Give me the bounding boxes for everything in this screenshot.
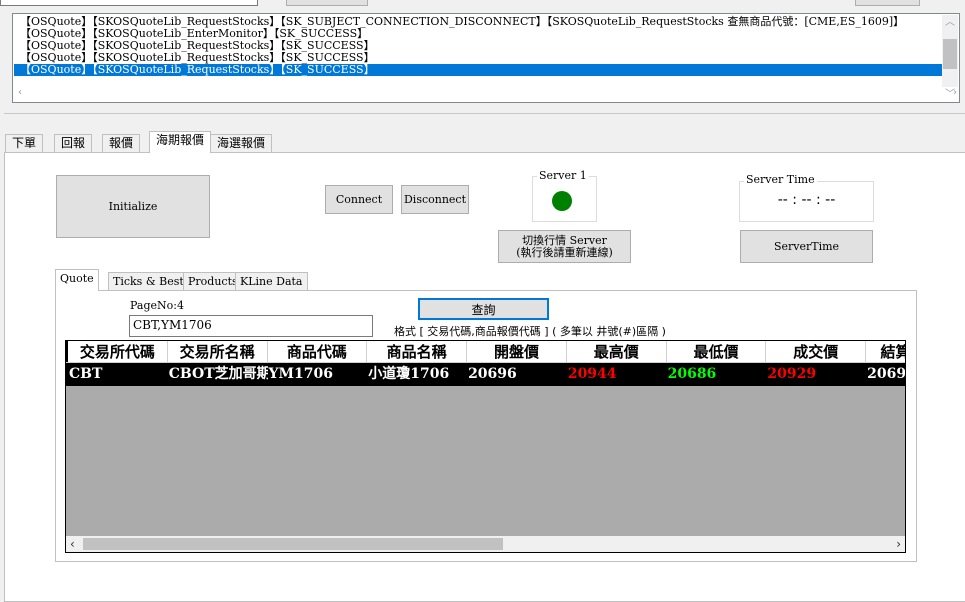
server-time-button[interactable]: ServerTime: [740, 230, 873, 263]
log-scroll-thumb[interactable]: [943, 39, 957, 69]
tab-quote[interactable]: 報價: [102, 134, 141, 152]
table-cell[interactable]: 20696: [866, 363, 905, 386]
switch-server-button[interactable]: 切換行情 Server (執行後請重新連線): [498, 230, 631, 263]
log-vertical-scrollbar[interactable]: ︿: [942, 15, 958, 87]
server-time-value: -- : -- : --: [777, 192, 836, 208]
message-log-list[interactable]: 【OSQuote】【SKOSQuoteLib_RequestStocks】【SK…: [12, 13, 960, 103]
table-cell[interactable]: 小道瓊1706: [367, 363, 467, 386]
table-cell[interactable]: 20929: [766, 363, 866, 386]
log-lines: 【OSQuote】【SKOSQuoteLib_RequestStocks】【SK…: [14, 16, 943, 76]
column-header[interactable]: 交易所代碼: [68, 341, 168, 363]
tab-order[interactable]: 下單: [5, 134, 44, 152]
server-status-indicator-icon: [552, 191, 572, 211]
scroll-down-icon[interactable]: ﹀: [945, 85, 955, 100]
column-header[interactable]: 結算: [866, 341, 905, 363]
table-cell[interactable]: CBT: [68, 363, 168, 386]
tab-overseas-futures-quote[interactable]: 海期報價: [149, 131, 212, 153]
scroll-left-icon[interactable]: ‹: [18, 87, 22, 98]
server-time-label: Server Time: [744, 173, 817, 186]
inner-tab-products[interactable]: Products: [183, 272, 243, 290]
connect-button[interactable]: Connect: [325, 185, 393, 214]
stock-codes-input[interactable]: CBT,YM1706: [129, 315, 373, 337]
inner-tab-quote[interactable]: Quote: [55, 269, 99, 291]
grid-scroll-left-icon[interactable]: ‹: [70, 536, 75, 552]
column-header[interactable]: 商品名稱: [367, 341, 468, 363]
format-hint: 格式 [ 交易代碼,商品報價代碼 ] ( 多筆以 井號(#)區隔 ): [394, 325, 666, 338]
disconnect-button[interactable]: Disconnect: [401, 185, 469, 214]
top-input-clipped[interactable]: [0, 0, 258, 6]
column-header[interactable]: 開盤價: [467, 341, 567, 363]
table-cell[interactable]: CBOT芝加哥期: [168, 363, 268, 386]
column-header[interactable]: 交易所名稱: [168, 341, 268, 363]
top-button-clipped-1[interactable]: [286, 0, 368, 6]
table-cell[interactable]: 20686: [667, 363, 767, 386]
column-header[interactable]: 最低價: [667, 341, 767, 363]
grid-scroll-thumb[interactable]: [83, 538, 503, 550]
table-cell[interactable]: 20696: [467, 363, 567, 386]
log-horizontal-scrollbar[interactable]: ‹ ›: [14, 87, 957, 101]
tab-overseas-options-quote[interactable]: 海選報價: [210, 134, 273, 152]
top-button-clipped-2[interactable]: [855, 0, 920, 6]
initialize-button[interactable]: Initialize: [56, 175, 210, 238]
switch-server-label-line2: (執行後請重新連線): [516, 245, 613, 259]
inner-tab-kline-data[interactable]: KLine Data: [235, 272, 308, 290]
table-row[interactable]: CBT CBOT芝加哥期 YM1706 小道瓊1706 20696 20944 20686 2…: [66, 363, 905, 386]
grid-horizontal-scrollbar[interactable]: ‹ ›: [66, 536, 905, 552]
quote-data-grid[interactable]: 交易所代碼交易所名稱商品代碼商品名稱開盤價最高價最低價成交價結算 CBTCBOT…: [65, 340, 906, 553]
tab-report[interactable]: 回報: [54, 134, 93, 152]
column-header[interactable]: 商品代碼: [268, 341, 368, 363]
query-button[interactable]: 查詢: [418, 298, 549, 320]
column-header[interactable]: 最高價: [567, 341, 667, 363]
page-no-label: PageNo:4: [130, 299, 184, 312]
log-line[interactable]: 【OSQuote】【SKOSQuoteLib_RequestStocks】【SK…: [14, 64, 943, 76]
server1-label: Server 1: [537, 169, 589, 182]
grid-header-row: 交易所代碼交易所名稱商品代碼商品名稱開盤價最高價最低價成交價結算: [66, 341, 905, 363]
grid-scroll-right-icon[interactable]: ›: [896, 536, 901, 552]
separator: [4, 113, 965, 114]
table-cell[interactable]: YM1706: [268, 363, 368, 386]
switch-server-label-line1: 切換行情 Server: [522, 233, 607, 247]
table-cell[interactable]: 20944: [567, 363, 667, 386]
column-header[interactable]: 成交價: [766, 341, 867, 363]
scroll-up-icon[interactable]: ︿: [945, 13, 955, 28]
